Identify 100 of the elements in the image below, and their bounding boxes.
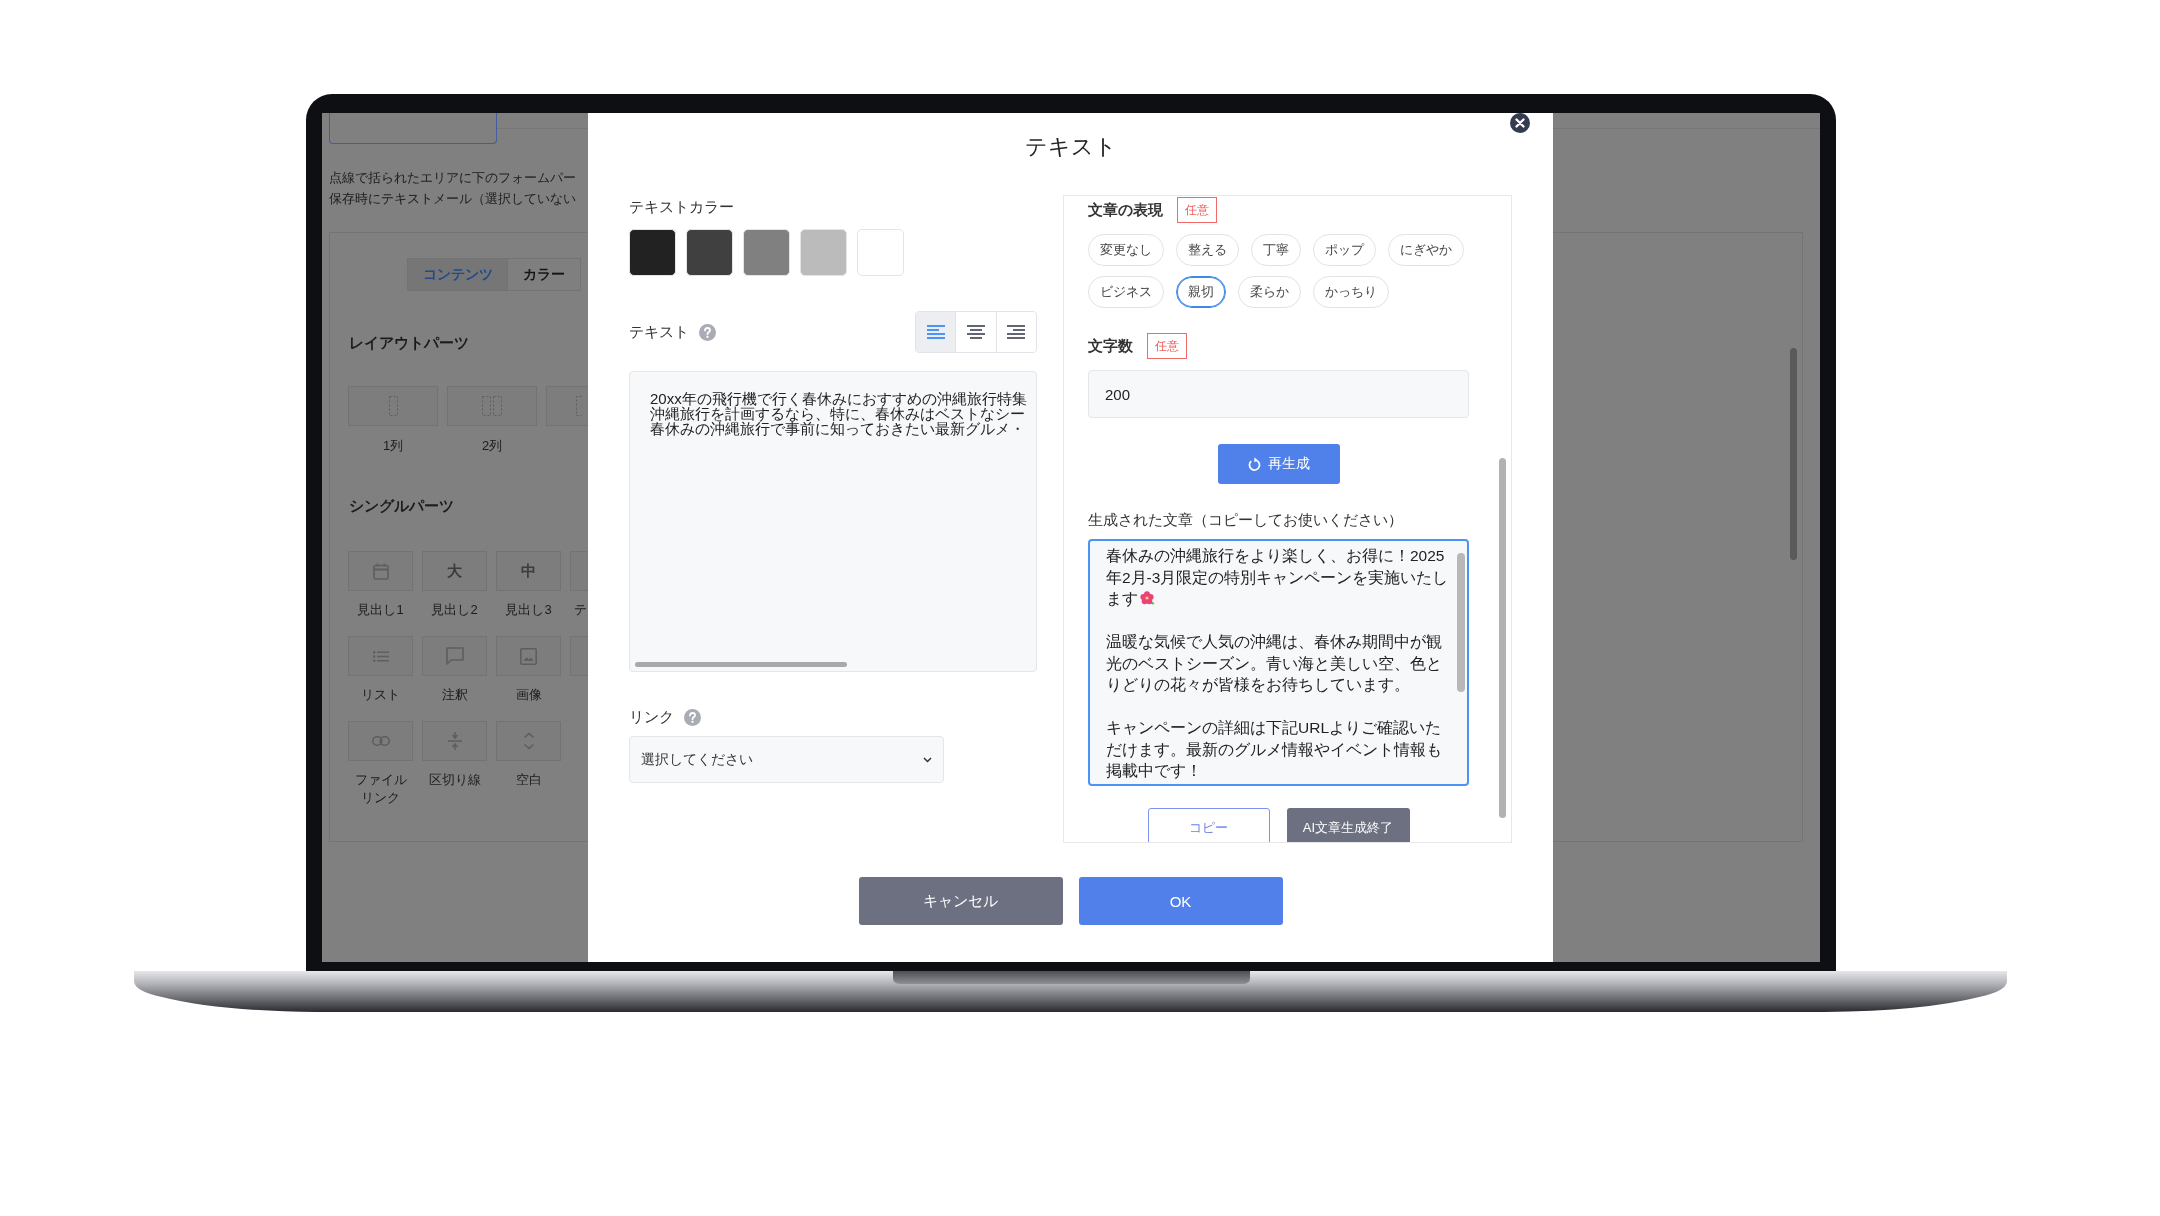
close-icon [1515,118,1525,128]
part-label: リスト [360,686,401,704]
cancel-button[interactable]: キャンセル [858,877,1063,925]
input-field[interactable]: 200 [1088,370,1469,418]
tone-chip[interactable]: かっちり [1313,276,1389,308]
close-button[interactable] [1510,113,1530,133]
instruction-text: 点線で括られたエリアに下のフォームパー [329,169,576,187]
field-label: テキスト [629,322,689,342]
text-line: 沖縄旅行を計画するなら、特に、春休みはベストなシー [650,406,1025,421]
vertical-scrollbar[interactable] [1457,553,1465,692]
part-label: 見出し3 [504,601,553,619]
dialog-title: テキスト [1024,133,1117,161]
optional-badge: 任意 [1177,197,1217,223]
generated-text-line: キャンペーンの詳細は下記URLよりご確認いた [1106,718,1441,738]
part-tile[interactable] [570,636,588,676]
swatch-icon[interactable] [743,229,790,276]
link-select[interactable]: 選択してください [629,736,944,783]
generated-text-line: 温暖な気候で人気の沖縄は、春休み期間中が観 [1106,632,1442,652]
part-label: 2列 [481,437,503,455]
part-tile[interactable] [496,721,561,761]
swatch-icon[interactable] [629,229,676,276]
speech-bubble-icon [445,647,464,665]
alignment-button[interactable] [916,312,956,352]
generated-text-line: 年2月-3月限定の特別キャンペーンを実施いたし [1106,567,1449,588]
field-label: リンク [629,707,674,727]
generated-text-line: ます [1106,589,1138,609]
calendar-icon [372,562,389,580]
section-heading: シングルパーツ [349,496,454,516]
text-line: 春休みの沖縄旅行で事前に知っておきたい最新グルメ・ [650,421,1025,436]
part-tile[interactable] [496,636,561,676]
flower-icon [1140,591,1155,607]
image-icon [520,647,537,665]
column-icon [576,396,582,416]
regenerate-button[interactable]: 再生成 [1217,444,1340,484]
layout-tile[interactable] [447,386,537,426]
tone-chip[interactable]: 親切 [1176,276,1226,308]
vertical-scrollbar[interactable] [1499,458,1506,818]
column-icon [388,396,398,416]
swatch-icon[interactable] [686,229,733,276]
refresh-icon [1247,457,1261,471]
vertical-scrollbar[interactable] [1790,348,1797,560]
part-label: 注釈 [440,686,469,704]
link-icon [371,736,390,746]
part-label: 1列 [382,437,404,455]
finish-button[interactable]: AI文章生成終了 [1286,808,1410,842]
field-label: テキストカラー [629,197,734,217]
instruction-text: 保存時にテキストメール（選択していない [329,190,576,208]
field-label: 文章の表現 [1088,200,1163,220]
part-label: テ [573,601,587,619]
alignment-button[interactable] [995,312,1036,352]
generated-text-line: 春休みの沖縄旅行をより楽しく、お得に！2025 [1106,546,1445,566]
generated-text-line: 掲載中です！ [1106,761,1202,781]
horizontal-scrollbar[interactable] [635,662,847,667]
part-tile[interactable] [422,721,487,761]
part-label: 見出し2 [430,601,479,619]
up-down-chevron-icon [522,732,535,750]
ok-button[interactable]: OK [1078,877,1283,925]
field-label: 文字数 [1088,336,1133,356]
outlined-button[interactable] [329,113,497,144]
part-label: 区切り線 [427,771,482,789]
text-input-area[interactable]: 20xx年の飛行機で行く春休みにおすすめの沖縄旅行特集 沖縄旅行を計画するなら、特に、春休みはベストなシー 春休みの沖縄旅行で事前に知っておきたい最新グルメ・ [629,371,1037,672]
layout-tile[interactable] [546,386,588,426]
part-tile[interactable] [348,721,413,761]
part-tile[interactable] [348,636,413,676]
part-label: 空白 [514,771,543,789]
chevron-down-icon [923,756,932,763]
divider-icon [447,732,462,750]
section-heading: レイアウトパーツ [349,333,469,353]
layout-tile[interactable] [348,386,438,426]
part-tile[interactable] [422,636,487,676]
tone-chip[interactable]: ビジネス [1088,276,1164,308]
tone-chip[interactable]: ポップ [1313,234,1376,266]
generated-text-area[interactable]: 春休みの沖縄旅行をより楽しく、お得に！2025 年2月-3月限定の特別キャンペーンを実施いたし ます 温暖な気候で人気の沖縄は、春休み期間中が観 光のベストシーズン。青い海と美しい空、色と りどりの花々が皆様をお待ちしています。 キャンペーンの詳細は下記URLよりご確認いた だけます。最新のグルメ情報やイベント情報も 掲載中です！ [1088,539,1469,786]
part-label: ファイルリンク [353,771,408,807]
generated-text-line: りどりの花々が皆様をお待ちしています。 [1106,675,1410,695]
tone-chip[interactable]: 柔らか [1238,276,1301,308]
list-icon [372,650,389,662]
field-label: 生成された文章（コピーしてお使いください） [1088,510,1403,530]
align-center-icon [967,325,985,339]
tone-chip[interactable]: 変更なし [1088,234,1164,266]
align-left-icon [926,325,945,339]
help-icon[interactable] [684,708,701,726]
optional-badge: 任意 [1147,333,1187,359]
generated-text-line: 光のベストシーズン。青い海と美しい空、色と [1106,653,1442,674]
align-right-icon [1007,325,1026,339]
tone-chip[interactable]: 丁寧 [1251,234,1301,266]
tone-chip[interactable]: にぎやか [1388,234,1464,266]
generated-text-line: だけます。最新のグルメ情報やイベント情報も [1106,739,1442,760]
tone-chip[interactable]: 整える [1176,234,1239,266]
swatch-icon[interactable] [857,229,904,276]
tab[interactable]: カラー [508,258,581,291]
swatch-icon[interactable] [800,229,847,276]
text-line: 20xx年の飛行機で行く春休みにおすすめの沖縄旅行特集 [650,391,1027,406]
columns-icon [482,396,502,416]
part-label: 見出し1 [356,601,405,619]
copy-button[interactable]: コピー [1147,808,1270,842]
help-icon[interactable] [699,323,716,341]
part-tile[interactable] [348,551,413,591]
part-tile[interactable] [570,551,588,591]
part-label: 画像 [514,686,543,704]
